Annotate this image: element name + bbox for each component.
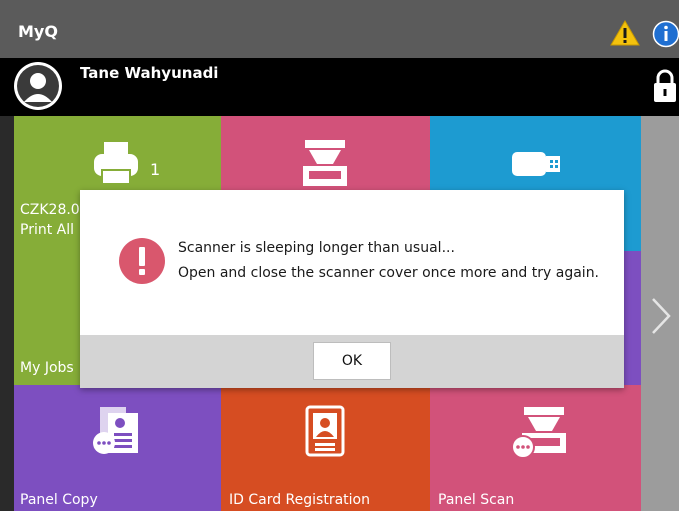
chevron-right-icon[interactable] [647,296,673,336]
printer-icon [94,142,138,185]
app-title: MyQ [18,22,58,41]
usb-icon [512,152,560,176]
copy-icon [93,407,138,454]
info-icon[interactable] [652,20,679,48]
tile-panel-copy[interactable]: Panel Copy [14,385,221,511]
tile-id-card-registration[interactable]: ID Card Registration [221,385,430,511]
alert-dialog: Scanner is sleeping longer than usual...… [80,190,624,388]
panel-scan-icon [511,407,566,459]
print-all-label: Print All [20,222,75,238]
dialog-message-line-2: Open and close the scanner cover once mo… [178,265,600,281]
panel-scan-label: Panel Scan [438,492,515,508]
id-card-icon [305,405,345,457]
side-panel [641,116,679,511]
ok-button[interactable]: OK [313,342,391,380]
print-count: 1 [150,160,161,179]
my-jobs-label: My Jobs [20,360,74,376]
id-card-registration-label: ID Card Registration [229,492,370,508]
avatar-icon[interactable] [13,61,63,111]
scanner-icon [303,140,347,186]
panel-copy-label: Panel Copy [20,492,98,508]
lock-icon[interactable] [651,68,679,104]
dialog-message-line-1: Scanner is sleeping longer than usual... [178,240,455,256]
top-bar: MyQ [0,0,679,58]
tile-panel-scan[interactable]: Panel Scan [430,385,641,511]
user-bar: Tane Wahyunadi [0,58,679,116]
error-icon [119,238,165,284]
warning-icon[interactable] [610,20,640,46]
print-all-price: CZK28.00 [20,202,89,218]
user-name: Tane Wahyunadi [80,64,219,82]
